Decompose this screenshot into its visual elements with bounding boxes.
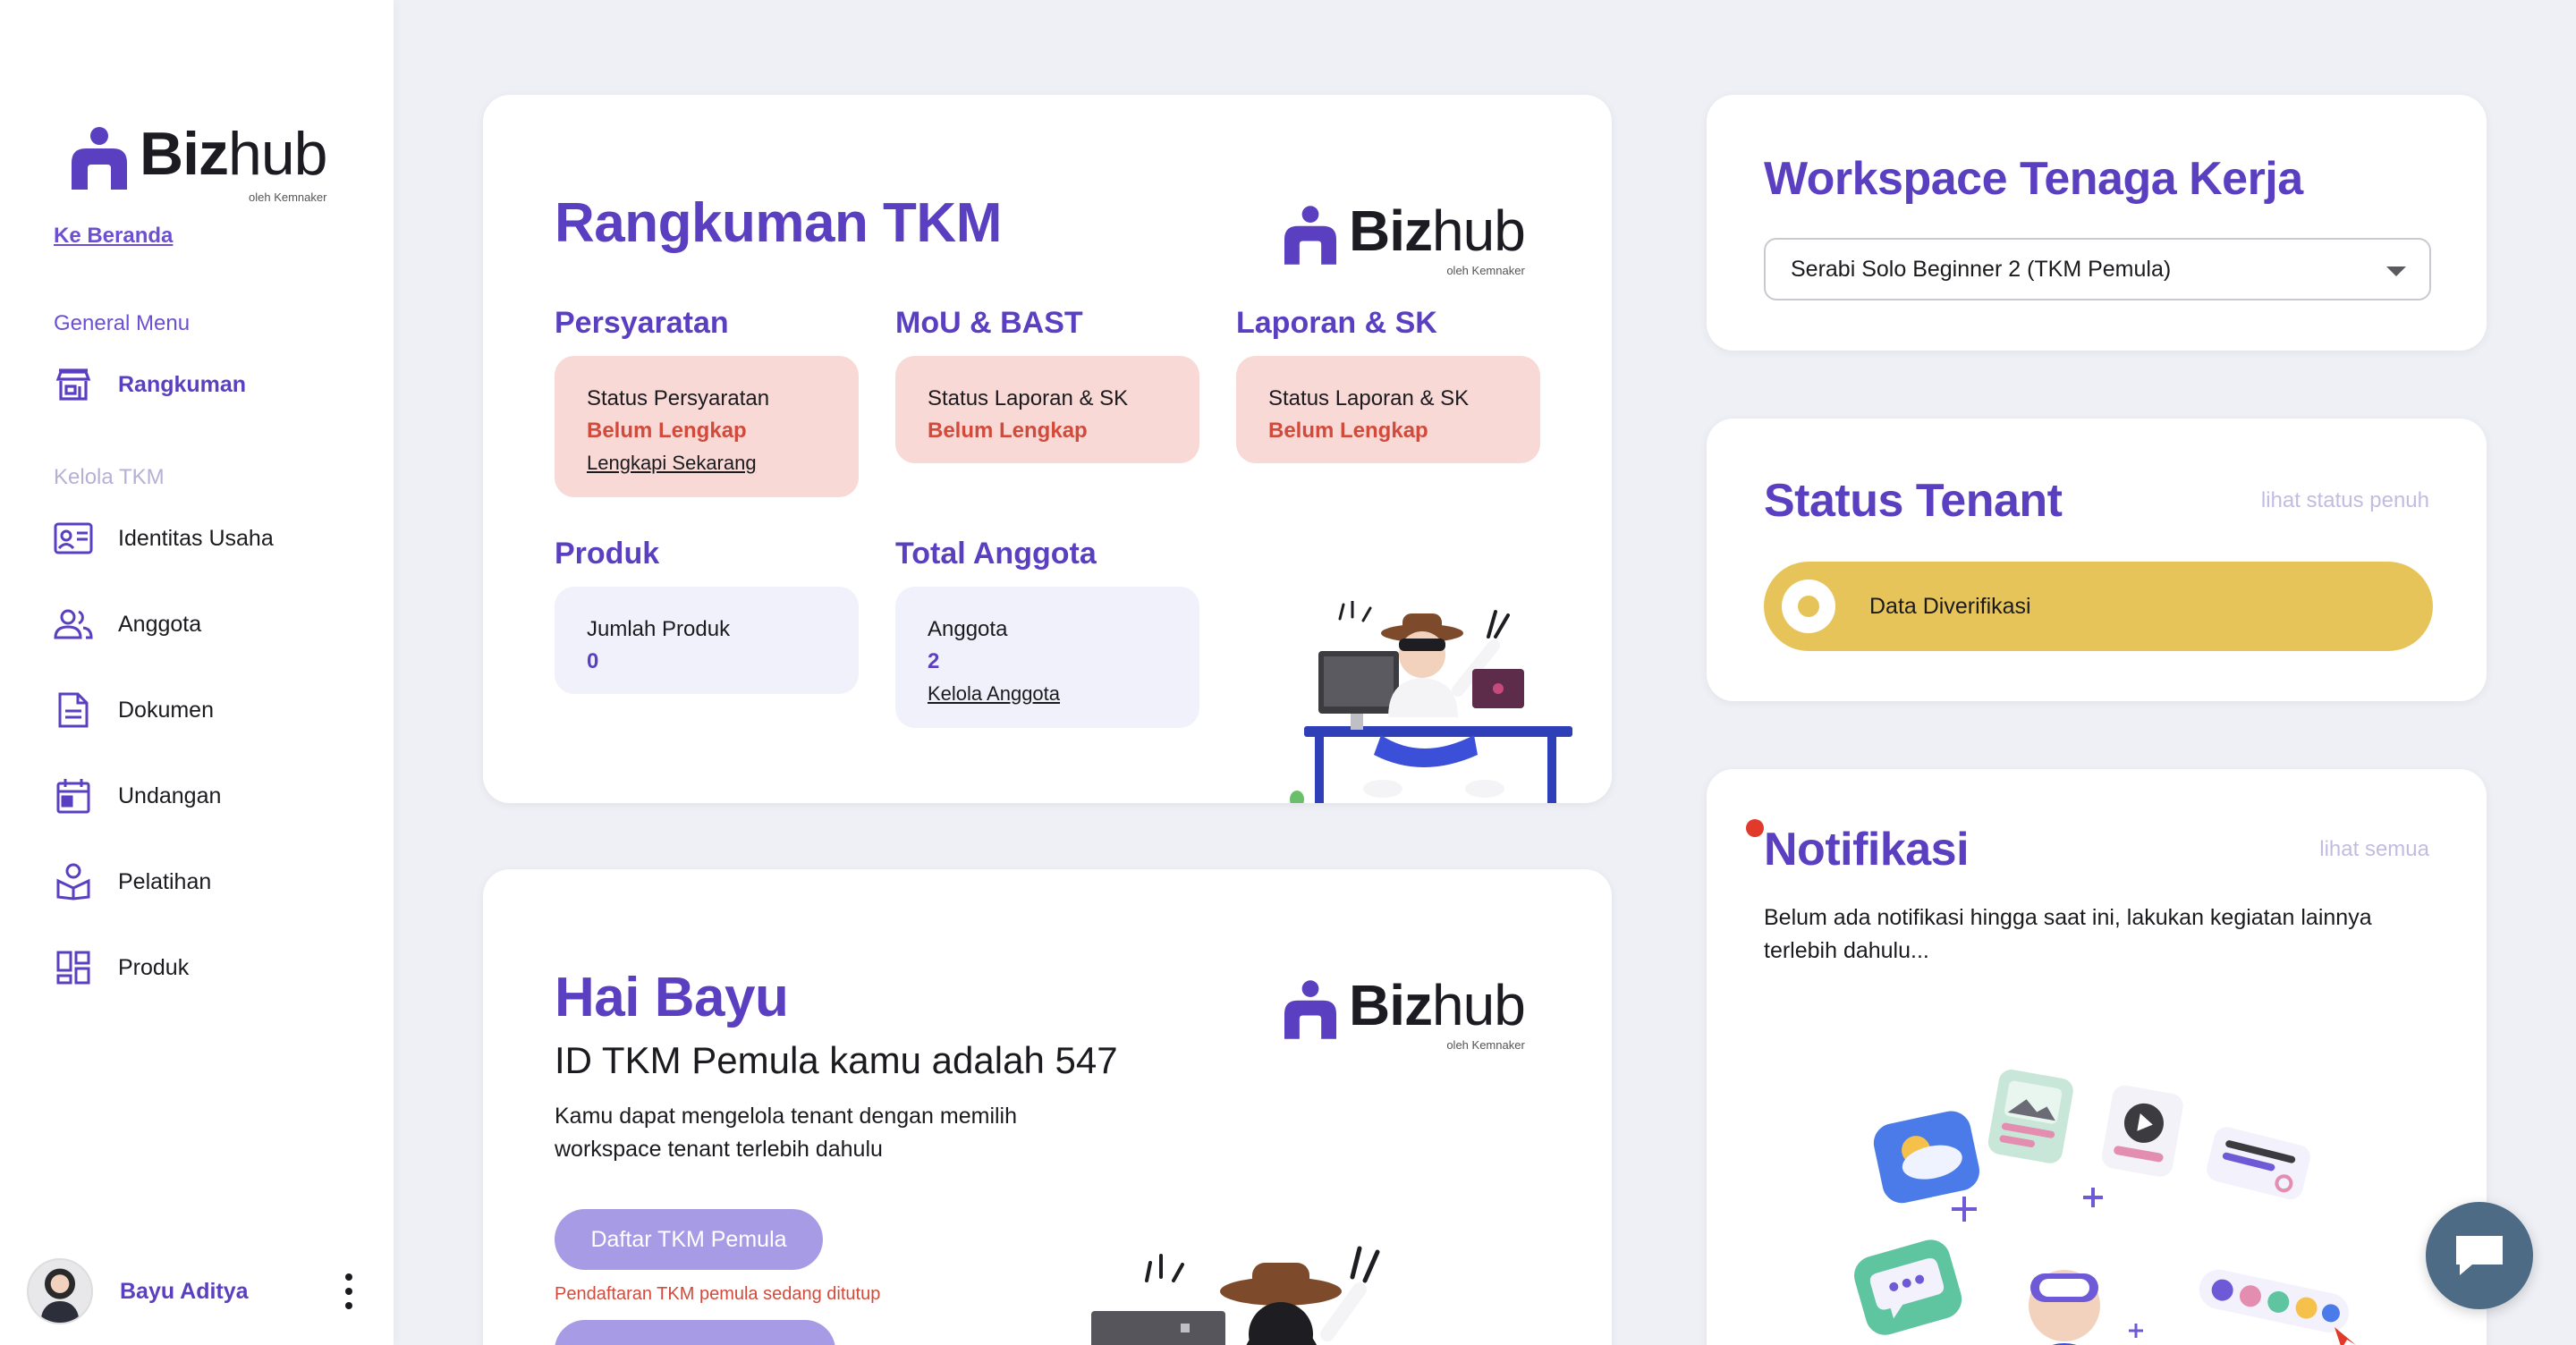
chat-bubble-icon <box>2456 1236 2503 1275</box>
brand-wordmark: Bizhub <box>1349 199 1526 263</box>
status-badge: Belum Lengkap <box>928 419 1088 443</box>
anggota-count: 2 <box>928 649 940 673</box>
sidebar-item-label: Dokumen <box>118 697 214 723</box>
calendar-icon <box>54 776 93 816</box>
status-label: Status Persyaratan <box>587 386 770 410</box>
persyaratan-heading: Persyaratan <box>555 306 729 340</box>
tkm-id-text: ID TKM Pemula kamu adalah 547 <box>555 1039 1118 1081</box>
user-name: Bayu Aditya <box>120 1278 249 1304</box>
brand-wordmark: Bizhub <box>1349 973 1526 1037</box>
total-anggota-heading: Total Anggota <box>895 537 1097 571</box>
greeting-card: Hai Bayu ID TKM Pemula kamu adalah 547 K… <box>483 869 1612 1345</box>
kelola-anggota-link[interactable]: Kelola Anggota <box>928 678 1167 710</box>
laporan-status-box: Status Laporan & SK Belum Lengkap <box>1236 356 1540 463</box>
sidebar-item-undangan[interactable]: Undangan <box>54 774 221 817</box>
workspace-selected-value: Serabi Solo Beginner 2 (TKM Pemula) <box>1791 256 2172 282</box>
general-menu-title: General Menu <box>54 311 191 335</box>
avatar[interactable] <box>27 1258 93 1324</box>
sidebar-item-pelatihan[interactable]: Pelatihan <box>54 860 211 903</box>
tenant-status-title: Status Tenant <box>1764 475 2063 527</box>
summary-title: Rangkuman TKM <box>555 192 1002 254</box>
sidebar-item-produk[interactable]: Produk <box>54 946 189 989</box>
caret-down-icon <box>2386 266 2406 276</box>
status-text: Data Diverifikasi <box>1869 593 2031 619</box>
sidebar-item-dokumen[interactable]: Dokumen <box>54 689 214 732</box>
worker-illustration <box>1091 1246 1380 1345</box>
notification-dot-icon <box>1746 819 1764 837</box>
brand-wordmark: Bizhub <box>140 120 327 188</box>
sidebar-logo[interactable]: Bizhub oleh Kemnaker <box>72 120 327 204</box>
status-label: Status Laporan & SK <box>1268 386 1470 410</box>
sidebar-item-label: Identitas Usaha <box>118 525 274 551</box>
laporan-heading: Laporan & SK <box>1236 306 1437 340</box>
status-label: Status Laporan & SK <box>928 386 1129 410</box>
status-badge: Belum Lengkap <box>1268 419 1428 443</box>
mou-heading: MoU & BAST <box>895 306 1083 340</box>
store-icon <box>54 365 93 404</box>
chat-icon[interactable] <box>2426 1202 2533 1309</box>
produk-count: 0 <box>587 649 599 673</box>
greeting-description: Kamu dapat mengelola tenant dengan memil… <box>555 1104 1018 1162</box>
sidebar-item-rangkuman[interactable]: Rangkuman <box>54 363 246 406</box>
brand-tagline: oleh Kemnaker <box>1446 264 1525 277</box>
workspace-title: Workspace Tenaga Kerja <box>1764 153 2303 205</box>
sidebar-item-label: Rangkuman <box>118 371 247 397</box>
worker-illustration <box>1290 601 1572 803</box>
id-card-icon <box>54 519 93 558</box>
view-full-status-link[interactable]: lihat status penuh <box>2261 488 2429 513</box>
status-indicator-icon <box>1782 579 1835 633</box>
notification-title: Notifikasi <box>1764 824 1970 876</box>
brand-tagline: oleh Kemnaker <box>1446 1038 1525 1052</box>
produk-box: Jumlah Produk 0 <box>555 587 859 694</box>
view-all-notifications-link[interactable]: lihat semua <box>2319 837 2429 862</box>
summary-card: Rangkuman TKM Bizhub oleh Kemnaker Persy… <box>483 95 1612 803</box>
daftar-tkm-pemula-button[interactable]: Daftar TKM Pemula <box>555 1209 823 1270</box>
more-vertical-icon[interactable] <box>338 1273 360 1309</box>
sidebar-item-label: Anggota <box>118 611 202 637</box>
persyaratan-status-box: Status Persyaratan Belum Lengkap Lengkap… <box>555 356 859 497</box>
sidebar-item-anggota[interactable]: Anggota <box>54 603 201 646</box>
people-icon <box>54 605 93 644</box>
status-badge: Belum Lengkap <box>587 419 747 443</box>
bizhub-logo-icon <box>1284 980 1336 1039</box>
kelola-menu-title: Kelola TKM <box>54 465 165 489</box>
status-badge: Data Diverifikasi <box>1764 562 2433 651</box>
anggota-label: Anggota <box>928 617 1008 641</box>
lengkapi-sekarang-link[interactable]: Lengkapi Sekarang <box>587 447 826 479</box>
mou-status-box: Status Laporan & SK Belum Lengkap <box>895 356 1199 463</box>
sidebar-item-label: Undangan <box>118 782 222 808</box>
registration-closed-warning: Pendaftaran TKM pemula sedang ditutup <box>555 1284 881 1304</box>
workspace-card: Workspace Tenaga Kerja Serabi Solo Begin… <box>1707 95 2487 351</box>
empty-notification-illustration <box>1854 1070 2356 1345</box>
document-icon <box>54 690 93 730</box>
notification-empty-text: Belum ada notifikasi hingga saat ini, la… <box>1764 905 2372 963</box>
training-icon <box>54 862 93 901</box>
brand-tagline: oleh Kemnaker <box>249 190 327 204</box>
summary-logo: Bizhub oleh Kemnaker <box>1284 199 1526 277</box>
workspace-select[interactable]: Serabi Solo Beginner 2 (TKM Pemula) <box>1764 238 2431 300</box>
grid-icon <box>54 948 93 987</box>
anggota-box: Anggota 2 Kelola Anggota <box>895 587 1199 728</box>
bizhub-logo-icon <box>72 127 127 190</box>
greeting-logo: Bizhub oleh Kemnaker <box>1284 973 1526 1052</box>
sidebar-item-label: Produk <box>118 954 190 980</box>
notification-card: Notifikasi lihat semua Belum ada notifik… <box>1707 769 2487 1345</box>
sidebar-item-identitas-usaha[interactable]: Identitas Usaha <box>54 517 274 560</box>
sidebar-item-label: Pelatihan <box>118 868 212 894</box>
greeting-title: Hai Bayu <box>555 967 789 1028</box>
home-link[interactable]: Ke Beranda <box>54 224 173 249</box>
sidebar: Bizhub oleh Kemnaker Ke Beranda General … <box>0 0 394 1345</box>
bizhub-logo-icon <box>1284 206 1336 265</box>
user-profile: Bayu Aditya <box>27 1257 367 1325</box>
produk-label: Jumlah Produk <box>587 617 731 641</box>
tenant-status-card: Status Tenant lihat status penuh Data Di… <box>1707 419 2487 701</box>
produk-heading: Produk <box>555 537 660 571</box>
secondary-register-button[interactable] <box>555 1320 835 1345</box>
